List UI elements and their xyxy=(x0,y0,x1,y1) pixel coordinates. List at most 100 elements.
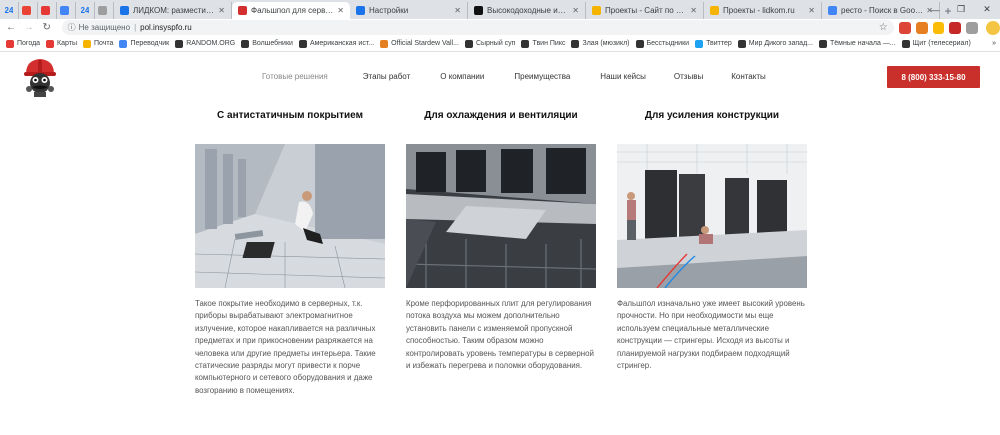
nav-cases[interactable]: Наши кейсы xyxy=(600,72,646,81)
info-icon[interactable]: ⓘ xyxy=(68,22,76,33)
bookmarks-bar: Погода Карты Почта Переводчик RANDOM.ORG Волш… xyxy=(0,36,1000,52)
tab-title: ресто - Поиск в Google xyxy=(841,6,924,15)
forward-arrow-icon[interactable]: → xyxy=(22,21,36,35)
tab-favicon-icon xyxy=(120,6,129,15)
tab-favicon-icon xyxy=(592,6,601,15)
extension-icon-2[interactable] xyxy=(915,21,928,34)
address-separator: | xyxy=(134,23,137,32)
close-tab-icon[interactable]: ✕ xyxy=(337,6,344,15)
bookmark-favicon-icon xyxy=(241,39,250,48)
bookmark-item[interactable]: Волшебники xyxy=(241,39,293,48)
browser-tab[interactable]: 24 xyxy=(76,2,95,19)
bookmark-favicon-icon xyxy=(901,39,910,48)
feature-title: Для усиления конструкции xyxy=(644,110,780,121)
bookmark-item[interactable]: Погода xyxy=(6,39,41,48)
extension-icon-4[interactable] xyxy=(949,21,962,34)
feature-text: Такое покрытие необходимо в серверных, т… xyxy=(195,299,376,395)
bookmark-item[interactable]: Почта xyxy=(83,39,114,48)
close-tab-icon[interactable]: ✕ xyxy=(690,6,697,15)
bookmark-label: Погода xyxy=(17,40,41,47)
browser-tab[interactable]: 24 xyxy=(0,2,19,19)
tab-favicon-icon xyxy=(356,6,365,15)
logo-mascot-icon[interactable] xyxy=(22,56,58,98)
browser-tab[interactable] xyxy=(57,2,76,19)
close-tab-icon[interactable]: ✕ xyxy=(218,6,225,15)
browser-tab-strip: 2424ЛИДКОМ: разместить пре✕Фальшпол для … xyxy=(0,0,1000,19)
browser-tab[interactable] xyxy=(95,2,114,19)
bookmark-star-icon[interactable]: ☆ xyxy=(879,22,888,33)
nav-ready-solutions[interactable]: Готовые решения xyxy=(262,72,328,81)
bookmark-item[interactable]: Переводчик xyxy=(119,39,169,48)
address-bar[interactable]: ⓘ Не защищено | pol.insyspfo.ru ☆ xyxy=(61,20,894,35)
bookmark-item[interactable]: Щит (телесериал) xyxy=(901,39,971,48)
nav-work-stages[interactable]: Этапы работ xyxy=(363,72,411,81)
bookmark-item[interactable]: RANDOM.ORG xyxy=(175,39,235,48)
bookmark-label: Бесстыдники xyxy=(646,40,690,47)
tab-title: Настройки xyxy=(369,6,409,15)
site-header: Готовые решения Этапы работ О компании П… xyxy=(0,52,1000,104)
browser-tab[interactable]: Настройки ✕ xyxy=(350,2,468,19)
back-arrow-icon[interactable]: ← xyxy=(4,21,18,35)
bookmark-item[interactable]: Тёмные начала —... xyxy=(819,39,896,48)
bookmark-item[interactable]: Official Stardew Vall... xyxy=(380,39,459,48)
bookmarks-more-button[interactable]: » xyxy=(992,40,996,47)
tab-active[interactable]: Фальшпол для серверных✕ xyxy=(232,2,350,19)
close-tab-icon[interactable]: ✕ xyxy=(808,6,815,15)
close-tab-icon[interactable]: ✕ xyxy=(454,6,461,15)
browser-tab[interactable]: Высокодоходные инвести✕ xyxy=(468,2,586,19)
bookmark-label: Твиттер xyxy=(706,40,732,47)
close-window-button[interactable]: ✕ xyxy=(974,0,1000,19)
bookmark-label: Карты xyxy=(57,40,77,47)
nav-about[interactable]: О компании xyxy=(440,72,484,81)
bookmark-item[interactable]: Карты xyxy=(46,39,77,48)
bookmark-favicon-icon xyxy=(521,39,530,48)
bookmark-label: Злая (мюзикл) xyxy=(582,40,630,47)
reload-icon[interactable]: ↻ xyxy=(40,21,54,35)
tab-favicon-icon xyxy=(59,6,69,15)
minimize-button[interactable]: — xyxy=(922,0,948,19)
url-text: pol.insyspfo.ru xyxy=(140,23,192,32)
bookmark-label: Американская ист... xyxy=(309,40,375,47)
bookmark-favicon-icon xyxy=(46,39,55,48)
nav-advantages[interactable]: Преимущества xyxy=(514,72,570,81)
profile-avatar[interactable] xyxy=(986,20,1000,35)
bookmark-item[interactable]: Твиттер xyxy=(695,39,732,48)
nav-contacts[interactable]: Контакты xyxy=(731,72,766,81)
browser-tab[interactable]: Проекты - lidkom.ru ✕ xyxy=(704,2,822,19)
maximize-button[interactable]: ❐ xyxy=(948,0,974,19)
tab-title: Высокодоходные инвести xyxy=(487,6,569,15)
bookmark-favicon-icon xyxy=(175,39,184,48)
browser-tab[interactable] xyxy=(38,2,57,19)
nav-reviews[interactable]: Отзывы xyxy=(674,72,703,81)
main-nav: Готовые решения Этапы работ О компании П… xyxy=(262,72,766,81)
bookmark-item[interactable]: Американская ист... xyxy=(298,39,375,48)
bookmark-label: Щит (телесериал) xyxy=(912,40,971,47)
tab-favicon-icon xyxy=(238,6,247,15)
extension-icon-5[interactable] xyxy=(966,21,979,34)
tab-favicon-icon xyxy=(474,6,483,15)
bookmark-item[interactable]: Мир Дикого запад... xyxy=(737,39,813,48)
feature-image-reinforcement xyxy=(617,144,807,288)
extension-icon-1[interactable] xyxy=(898,21,911,34)
feature-title: Для охлаждения и вентиляции xyxy=(424,110,578,121)
phone-button[interactable]: 8 (800) 333-15-80 xyxy=(887,66,980,88)
bookmark-item[interactable]: Злая (мюзикл) xyxy=(571,39,630,48)
bookmark-item[interactable]: Сырный суп xyxy=(464,39,515,48)
bookmark-favicon-icon xyxy=(83,39,91,48)
extension-icon-3[interactable] xyxy=(932,21,945,34)
browser-tab[interactable]: ЛИДКОМ: разместить пре✕ xyxy=(114,2,232,19)
bookmark-item[interactable]: Бесстыдники xyxy=(635,39,690,48)
bookmark-favicon-icon xyxy=(737,39,746,48)
bookmark-favicon-icon xyxy=(380,39,389,48)
tab-favicon-icon xyxy=(97,6,107,15)
tab-title: Фальшпол для серверных xyxy=(251,6,335,15)
bookmark-favicon-icon xyxy=(571,39,580,48)
feature-image-cooling xyxy=(406,144,596,288)
bookmark-item[interactable]: Твин Пикс xyxy=(521,39,565,48)
close-tab-icon[interactable]: ✕ xyxy=(572,6,579,15)
feature-card-cooling: Для охлаждения и вентиляции Кроме перфор… xyxy=(406,110,596,370)
bookmark-label: Почта xyxy=(94,40,114,47)
browser-tab[interactable] xyxy=(19,2,38,19)
browser-tab[interactable]: Проекты - Сайт по умол ✕ xyxy=(586,2,704,19)
feature-image-antistatic xyxy=(195,144,385,288)
